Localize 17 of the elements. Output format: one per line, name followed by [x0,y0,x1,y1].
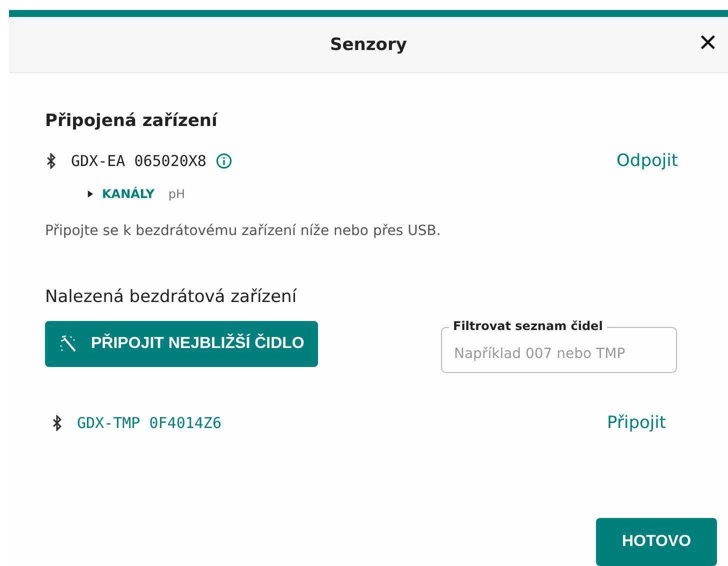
bluetooth-icon [45,153,57,169]
disconnect-link[interactable]: Odpojit [616,151,692,171]
device-name: GDX-EA 065020X8 [71,152,206,170]
channel-list: pH [168,187,186,201]
section-heading: Připojená zařízení [45,111,219,131]
info-icon[interactable] [216,153,232,169]
expand-icon[interactable] [87,190,94,198]
bluetooth-icon [51,415,63,431]
done-button[interactable]: HOTOVO [596,518,717,566]
section-heading: Nalezená bezdrátová zařízení [45,287,298,307]
channels-toggle[interactable]: KANÁLY [102,187,154,201]
close-button[interactable]: ✕ [694,29,722,57]
device-name: GDX-TMP 0F4014Z6 [77,414,222,432]
connect-nearest-button[interactable]: PŘIPOJIT NEJBLIŽŠÍ ČIDLO [45,321,318,367]
hint-text: Připojte se k bezdrátovému zařízení níže nebo přes USB. [45,223,442,239]
dialog-title: Senzory [330,34,407,54]
connect-link[interactable]: Připojit [607,413,692,433]
